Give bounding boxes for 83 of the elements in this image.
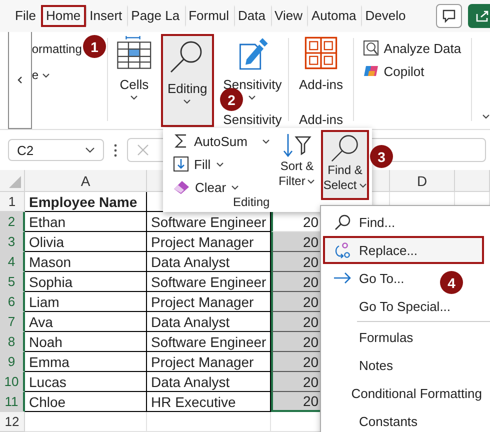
- ribbon-tab[interactable]: Develo: [361, 5, 411, 27]
- ribbon-tab[interactable]: Insert: [86, 5, 128, 27]
- cell-styles-label[interactable]: e: [32, 68, 39, 82]
- ribbon-tab[interactable]: Page La: [127, 5, 185, 27]
- table-cell: Emma: [25, 352, 147, 372]
- group-label: Editing: [233, 195, 270, 209]
- sort-filter-icon: [282, 132, 312, 158]
- conditional-formatting-label[interactable]: ormatting: [32, 42, 82, 56]
- table-cell: Ava: [25, 312, 147, 332]
- sum-icon: [173, 133, 189, 149]
- chevron-icon: [231, 184, 240, 190]
- column-header[interactable]: A: [25, 170, 147, 192]
- chevron-icon: [307, 178, 316, 184]
- share-button[interactable]: [468, 4, 490, 28]
- column-header[interactable]: D: [390, 170, 455, 192]
- editing-button[interactable]: Editing: [161, 34, 214, 127]
- chevron-icon: [262, 138, 270, 144]
- row-header[interactable]: 1: [0, 192, 25, 212]
- row-header[interactable]: 10: [0, 372, 25, 392]
- add-ins-icon: [304, 36, 338, 70]
- chevron-left-icon: [16, 76, 23, 84]
- chevron-icon: [248, 95, 256, 100]
- scroll-left-button[interactable]: [8, 32, 32, 129]
- table-cell: Liam: [25, 292, 147, 312]
- ribbon-tab[interactable]: Data: [234, 5, 271, 27]
- table-cell: Chloe: [25, 392, 147, 412]
- row-header[interactable]: 8: [0, 332, 25, 352]
- ribbon-tab[interactable]: File: [10, 5, 41, 27]
- analyze-data-button[interactable]: Analyze Data: [362, 40, 462, 56]
- chevron-icon: [42, 72, 50, 78]
- table-icon: [116, 36, 152, 70]
- find-select-button[interactable]: Find & Select: [321, 130, 369, 200]
- ribbon-tab[interactable]: View: [270, 5, 308, 27]
- row-header[interactable]: 6: [0, 292, 25, 312]
- search-icon: [334, 214, 350, 230]
- chevron-icon: [216, 162, 224, 166]
- row-header[interactable]: 7: [0, 312, 25, 332]
- row-header[interactable]: 5: [0, 272, 25, 292]
- row-header[interactable]: 12: [0, 412, 25, 432]
- add-ins-button[interactable]: Add-ins: [298, 32, 344, 92]
- table-cell: Lucas: [25, 372, 147, 392]
- search-icon: [330, 134, 360, 162]
- ribbon-tab[interactable]: Automa: [307, 5, 362, 27]
- group-label: Add-ins: [298, 112, 344, 127]
- group-label: Sensitivity: [223, 112, 282, 127]
- table-cell: Olivia: [25, 232, 147, 252]
- share-icon: [475, 9, 490, 23]
- eraser-icon: [173, 179, 190, 195]
- ribbon-command[interactable]: Fill: [173, 154, 270, 174]
- row-header[interactable]: 4: [0, 252, 25, 272]
- row-header[interactable]: 3: [0, 232, 25, 252]
- row-header[interactable]: 9: [0, 352, 25, 372]
- comments-button[interactable]: [436, 4, 462, 28]
- ribbon-tab[interactable]: Formul: [184, 5, 234, 27]
- fill-down-icon: [173, 156, 189, 172]
- chevron-icon: [85, 147, 95, 153]
- cells-button[interactable]: Cells: [109, 32, 159, 129]
- table-cell: Sophia: [25, 272, 147, 292]
- ribbon-tab[interactable]: Home: [40, 5, 86, 27]
- table-cell: Ethan: [25, 212, 147, 232]
- collapse-ribbon-icon[interactable]: [482, 114, 490, 119]
- ribbon-command[interactable]: Clear: [173, 177, 270, 197]
- chevron-icon: [358, 182, 367, 188]
- sort-filter-button[interactable]: Sort & Filter: [275, 132, 319, 188]
- analyze-data-icon: [362, 40, 379, 56]
- table-cell: Employee Name: [25, 192, 147, 212]
- table-cell: Noah: [25, 332, 147, 352]
- ribbon-command[interactable]: AutoSum: [173, 131, 270, 151]
- chevron-icon: [183, 99, 192, 104]
- name-box[interactable]: C2: [8, 139, 104, 161]
- row-header[interactable]: 2: [0, 212, 25, 232]
- more-options-icon[interactable]: [114, 144, 117, 156]
- menu-item[interactable]: Replace...: [323, 236, 484, 264]
- copilot-button[interactable]: Copilot: [362, 63, 424, 79]
- arrow-icon: [334, 272, 350, 284]
- copilot-icon: [362, 63, 379, 79]
- speech-bubble-icon: [442, 9, 456, 23]
- row-header[interactable]: 11: [0, 392, 25, 412]
- replace-icon: [334, 242, 350, 258]
- triangle-icon: [9, 176, 21, 188]
- document-pen-icon: [236, 36, 268, 70]
- table-cell: Mason: [25, 252, 147, 272]
- chevron-icon: [130, 95, 138, 100]
